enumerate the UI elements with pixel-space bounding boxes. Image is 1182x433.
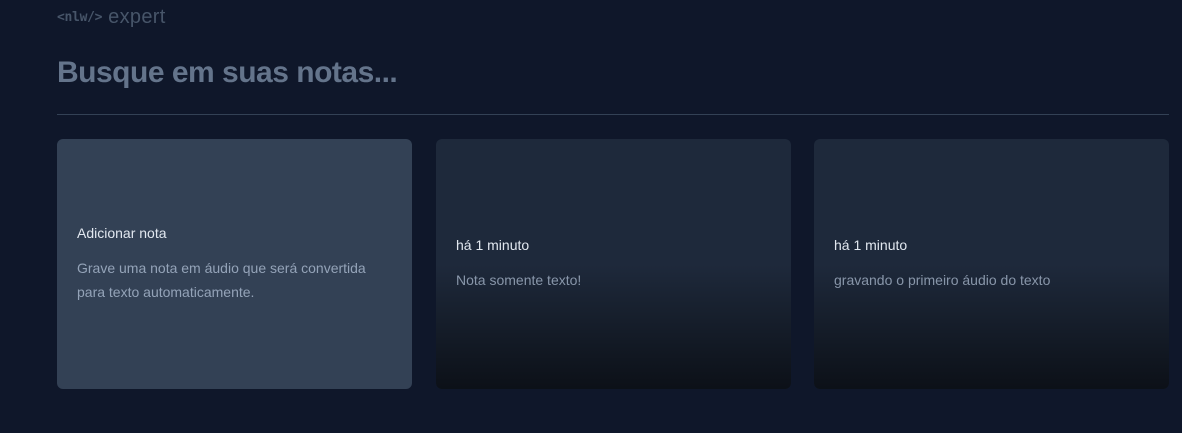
note-content: Nota somente texto! — [456, 272, 582, 288]
search-input[interactable] — [57, 50, 1169, 96]
note-card[interactable]: há 1 minuto gravando o primeiro áudio do… — [814, 139, 1169, 389]
add-note-card[interactable]: Adicionar nota Grave uma nota em áudio q… — [57, 139, 412, 389]
note-card[interactable]: há 1 minuto Nota somente texto! — [436, 139, 791, 389]
divider — [57, 114, 1169, 115]
nlw-expert-logo: <nlw/> expert — [57, 4, 166, 30]
note-date: há 1 minuto — [456, 237, 530, 253]
add-note-description: Grave uma nota em áudio que será convert… — [77, 260, 366, 300]
logo-prefix: <nlw/> — [57, 9, 103, 25]
app-page: <nlw/> expert Adicionar nota Grave uma n… — [0, 0, 1182, 433]
logo-name: expert — [108, 6, 166, 28]
note-content: gravando o primeiro áudio do texto — [834, 272, 1051, 288]
add-note-title: Adicionar nota — [77, 225, 167, 241]
note-date: há 1 minuto — [834, 237, 908, 253]
